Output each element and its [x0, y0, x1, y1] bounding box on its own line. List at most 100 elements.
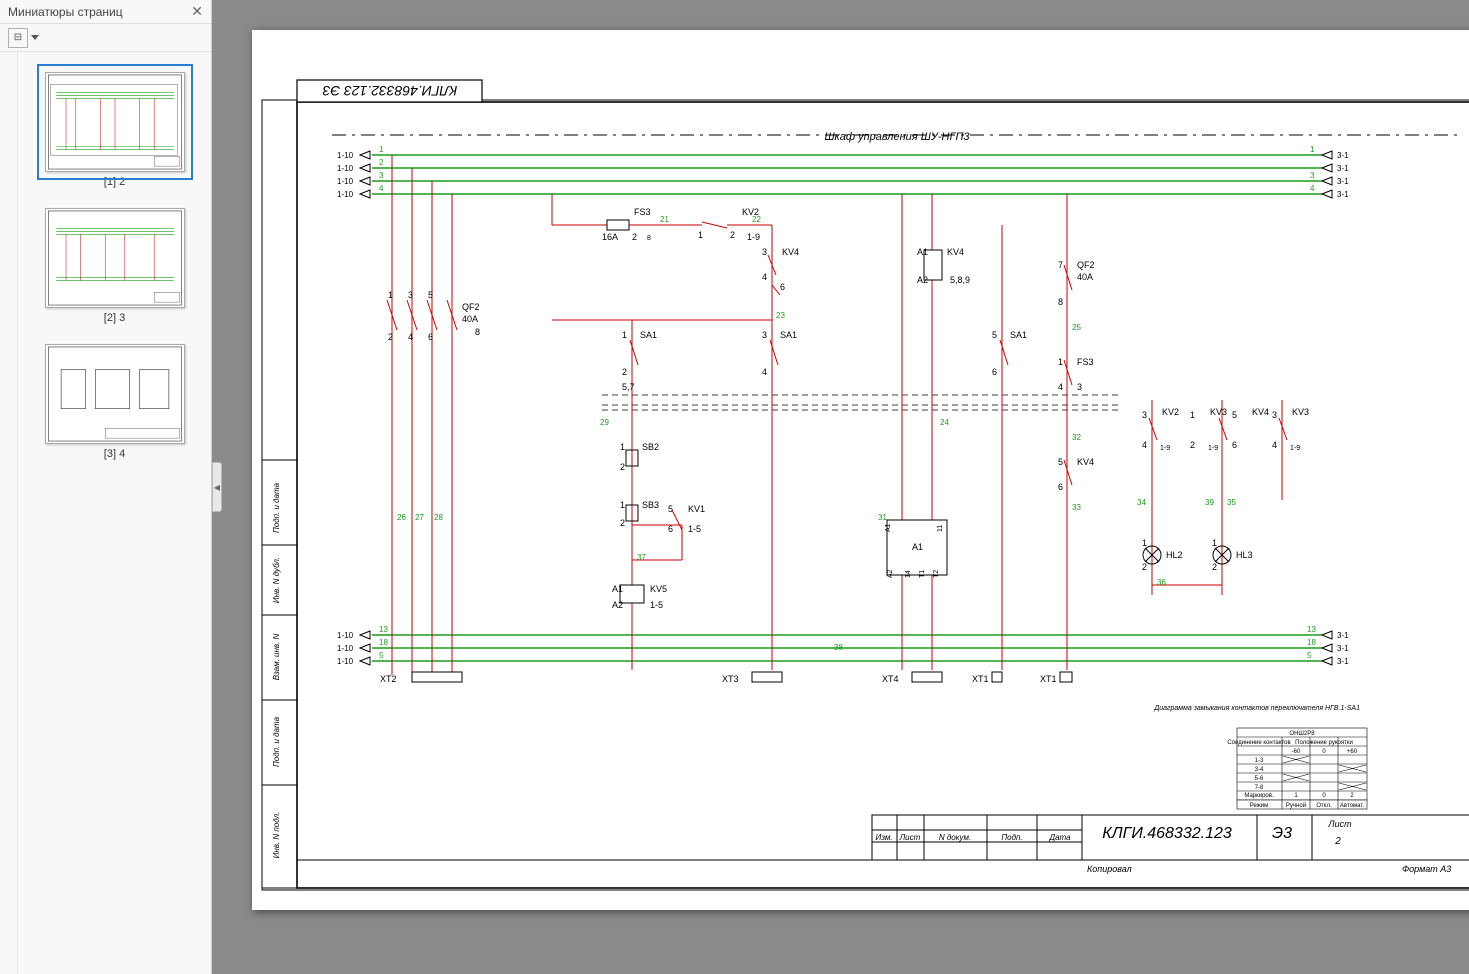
svg-text:5: 5 — [668, 504, 673, 514]
svg-text:XT4: XT4 — [882, 674, 899, 684]
svg-text:A2: A2 — [917, 275, 928, 285]
svg-text:SA1: SA1 — [780, 330, 797, 340]
svg-text:31: 31 — [878, 513, 887, 522]
svg-text:KV3: KV3 — [1210, 407, 1227, 417]
svg-text:13: 13 — [1307, 625, 1316, 634]
svg-text:5: 5 — [1232, 410, 1237, 420]
svg-text:Автомат.: Автомат. — [1340, 803, 1364, 809]
svg-text:XT3: XT3 — [722, 674, 739, 684]
svg-text:-60: -60 — [1292, 749, 1301, 755]
svg-text:3-1: 3-1 — [1337, 151, 1349, 160]
svg-text:Копировал: Копировал — [1087, 864, 1132, 874]
svg-text:QF2: QF2 — [462, 302, 480, 312]
svg-text:18: 18 — [1307, 638, 1316, 647]
svg-text:HL3: HL3 — [1236, 550, 1253, 560]
svg-text:XT1: XT1 — [972, 674, 989, 684]
svg-text:КЛГИ.468332.123 Э3: КЛГИ.468332.123 Э3 — [322, 83, 457, 99]
svg-text:2: 2 — [622, 367, 627, 377]
thumbnail-page-3[interactable] — [45, 344, 185, 444]
svg-text:3: 3 — [762, 247, 767, 257]
svg-text:Инв. N дубл.: Инв. N дубл. — [272, 557, 281, 603]
svg-text:Ручной: Ручной — [1286, 802, 1306, 809]
close-icon[interactable]: ✕ — [191, 3, 203, 20]
thumbnail-page-2[interactable] — [45, 208, 185, 308]
svg-text:32: 32 — [1072, 433, 1081, 442]
svg-text:1-5: 1-5 — [650, 600, 663, 610]
svg-text:3: 3 — [1272, 410, 1277, 420]
svg-text:3: 3 — [1077, 382, 1082, 392]
svg-text:1: 1 — [1212, 538, 1217, 548]
chevron-down-icon[interactable] — [31, 35, 39, 40]
svg-text:3-1: 3-1 — [1337, 190, 1349, 199]
svg-text:ОНШ2Р8: ОНШ2Р8 — [1289, 731, 1315, 737]
svg-text:40A: 40A — [462, 314, 478, 324]
svg-text:1-10: 1-10 — [337, 190, 354, 199]
svg-text:6: 6 — [1232, 440, 1237, 450]
svg-text:1-10: 1-10 — [337, 177, 354, 186]
svg-text:5-6: 5-6 — [1255, 776, 1264, 782]
svg-text:KV3: KV3 — [1292, 407, 1309, 417]
svg-text:Положение рукоятки: Положение рукоятки — [1295, 740, 1353, 746]
svg-text:A2: A2 — [887, 569, 894, 578]
svg-text:1: 1 — [620, 500, 625, 510]
svg-text:24: 24 — [940, 418, 949, 427]
svg-text:3: 3 — [408, 290, 413, 300]
svg-text:2: 2 — [1142, 562, 1147, 572]
svg-text:Режим: Режим — [1250, 803, 1269, 809]
svg-text:Инв. N подл.: Инв. N подл. — [272, 812, 281, 859]
svg-text:HL2: HL2 — [1166, 550, 1183, 560]
svg-text:6: 6 — [780, 282, 785, 292]
svg-text:Изм.: Изм. — [875, 833, 892, 842]
svg-text:1-9: 1-9 — [1290, 445, 1300, 452]
svg-text:SA1: SA1 — [1010, 330, 1027, 340]
thumbnails-title: Миниатюры страниц — [8, 5, 123, 19]
thumbnails-toolbar: ⊟ — [0, 24, 211, 52]
svg-text:2: 2 — [620, 518, 625, 528]
options-icon[interactable]: ⊟ — [8, 28, 28, 48]
svg-text:Формат А3: Формат А3 — [1402, 864, 1451, 874]
svg-text:6: 6 — [992, 367, 997, 377]
thumbnail-label: [1] 2 — [104, 176, 125, 188]
svg-text:1: 1 — [1190, 410, 1195, 420]
svg-text:2: 2 — [379, 158, 384, 167]
svg-text:1-10: 1-10 — [337, 164, 354, 173]
svg-text:3-1: 3-1 — [1337, 657, 1349, 666]
svg-text:+60: +60 — [1347, 749, 1358, 755]
svg-text:7-8: 7-8 — [1255, 785, 1264, 791]
svg-text:4: 4 — [762, 272, 767, 282]
svg-text:4: 4 — [1058, 382, 1063, 392]
svg-text:Дата: Дата — [1048, 833, 1071, 842]
svg-text:5: 5 — [1307, 651, 1312, 660]
svg-text:SA1: SA1 — [640, 330, 657, 340]
svg-text:39: 39 — [1205, 498, 1214, 507]
svg-text:Откл.: Откл. — [1316, 803, 1332, 809]
svg-text:3-4: 3-4 — [1255, 767, 1264, 773]
svg-text:2: 2 — [1190, 440, 1195, 450]
sidebar-collapse-handle[interactable]: ◀ — [212, 462, 222, 512]
svg-text:SB3: SB3 — [642, 500, 659, 510]
svg-text:6: 6 — [1058, 482, 1063, 492]
svg-text:1: 1 — [388, 290, 393, 300]
svg-text:2: 2 — [1212, 562, 1217, 572]
svg-text:A1: A1 — [917, 247, 928, 257]
svg-text:4: 4 — [379, 184, 384, 193]
svg-text:Лист: Лист — [899, 833, 921, 842]
svg-text:4: 4 — [1142, 440, 1147, 450]
svg-text:5: 5 — [428, 290, 433, 300]
svg-text:18: 18 — [379, 638, 388, 647]
svg-text:A1: A1 — [612, 584, 623, 594]
document-viewport[interactable]: ◀ КЛГИ.468332.123 Э3 Шкаф управления ШУ-… — [212, 0, 1469, 974]
svg-text:1-10: 1-10 — [337, 151, 354, 160]
svg-text:1: 1 — [698, 230, 703, 240]
thumbnail-page-1[interactable] — [45, 72, 185, 172]
drawing-page: КЛГИ.468332.123 Э3 Шкаф управления ШУ-НГ… — [252, 30, 1469, 910]
thumbnails-list: [1] 2 [2] 3 — [18, 52, 211, 974]
svg-text:1: 1 — [1058, 357, 1063, 367]
svg-text:1: 1 — [1310, 145, 1315, 154]
svg-text:4: 4 — [762, 367, 767, 377]
svg-text:Маркиров.: Маркиров. — [1244, 793, 1274, 799]
svg-text:14: 14 — [905, 570, 912, 578]
svg-text:KV4: KV4 — [782, 247, 799, 257]
svg-text:KV2: KV2 — [1162, 407, 1179, 417]
svg-text:T2: T2 — [933, 570, 940, 578]
